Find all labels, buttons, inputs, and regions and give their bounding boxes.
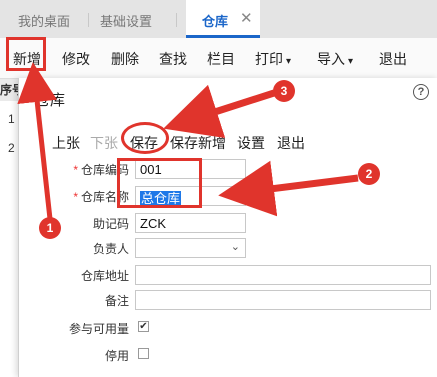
annotation-badge-2: 2 [358, 163, 380, 185]
arrow-3 [163, 84, 276, 139]
annotation-arrows [17, 62, 359, 229]
annotation-badge-3: 3 [273, 80, 295, 102]
arrow-2 [218, 160, 359, 217]
annotation-badge-1: 1 [39, 217, 61, 239]
arrow-1 [17, 62, 58, 229]
